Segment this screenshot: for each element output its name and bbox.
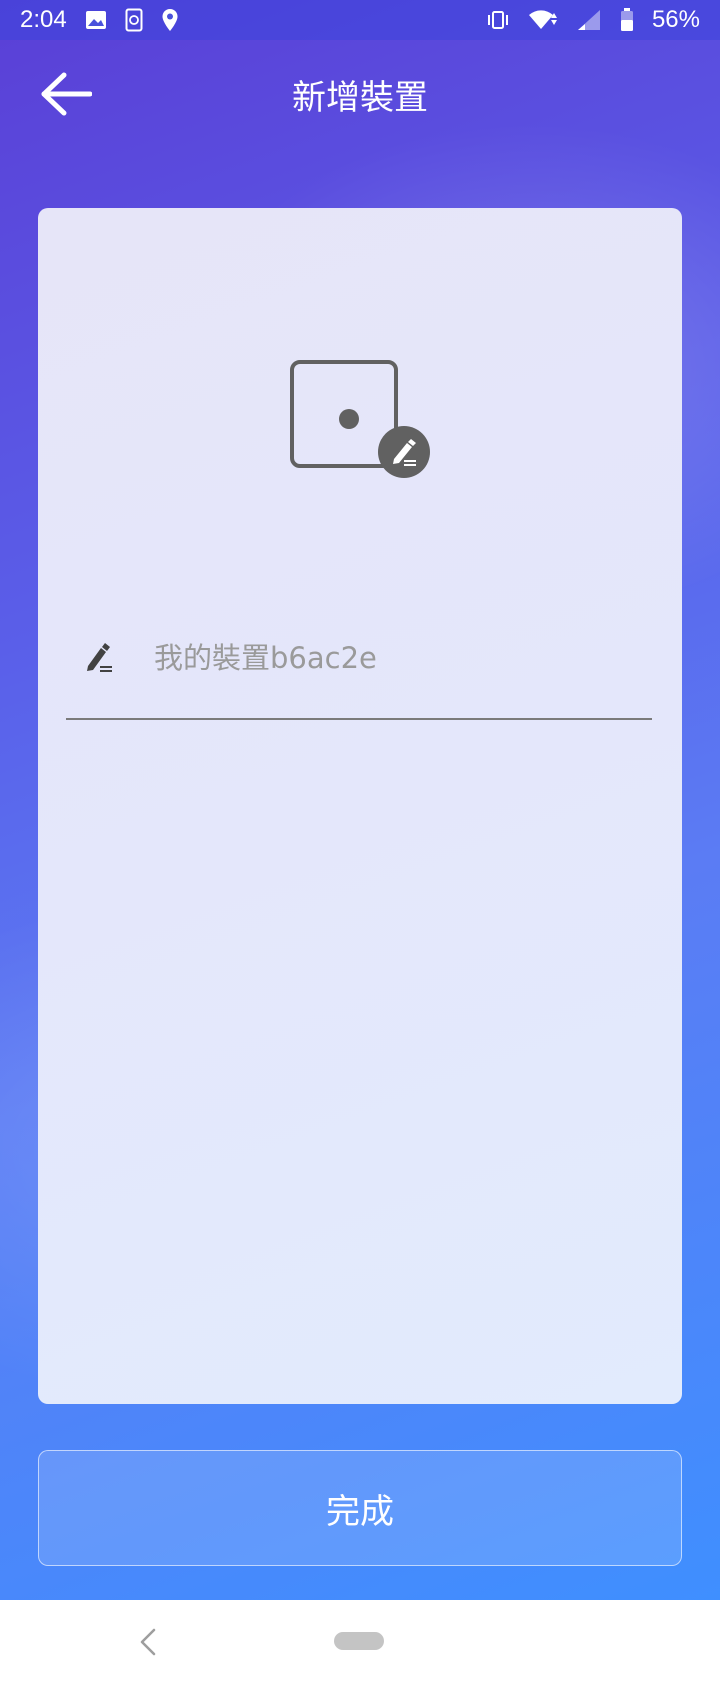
- page-title: 新增裝置: [292, 78, 428, 118]
- device-card: [38, 208, 682, 1404]
- home-pill-icon[interactable]: [334, 1632, 384, 1650]
- done-button[interactable]: 完成: [38, 1450, 682, 1566]
- navigation-bar: [0, 1600, 720, 1682]
- status-bar: 2:04 56%: [0, 0, 720, 40]
- device-icon-group[interactable]: [290, 360, 440, 490]
- status-time: 2:04: [20, 6, 67, 33]
- wifi-icon: [528, 9, 558, 31]
- nav-back-icon: [140, 1628, 156, 1656]
- battery-icon: [620, 8, 634, 32]
- battery-percent: 56%: [651, 6, 700, 33]
- edit-icon: [87, 643, 112, 672]
- nav-back-button[interactable]: [128, 1622, 168, 1662]
- vibrate-icon: [486, 10, 510, 30]
- device-name-input[interactable]: [154, 630, 634, 686]
- image-icon: [85, 10, 107, 30]
- app-background: 2:04 56% 新增裝置 我的裝置b6ac2e 完成: [0, 0, 720, 1600]
- status-right: 56%: [486, 6, 700, 34]
- edit-device-icon-button[interactable]: [378, 426, 430, 478]
- app-bar: 新增裝置: [0, 40, 720, 148]
- device-name-field[interactable]: [66, 608, 652, 720]
- signal-icon: [576, 9, 602, 31]
- sync-icon: [125, 8, 143, 32]
- location-pin-icon: [161, 8, 179, 32]
- status-left: 2:04: [20, 6, 179, 34]
- device-dot: [339, 409, 359, 429]
- pencil-icon: [393, 439, 416, 466]
